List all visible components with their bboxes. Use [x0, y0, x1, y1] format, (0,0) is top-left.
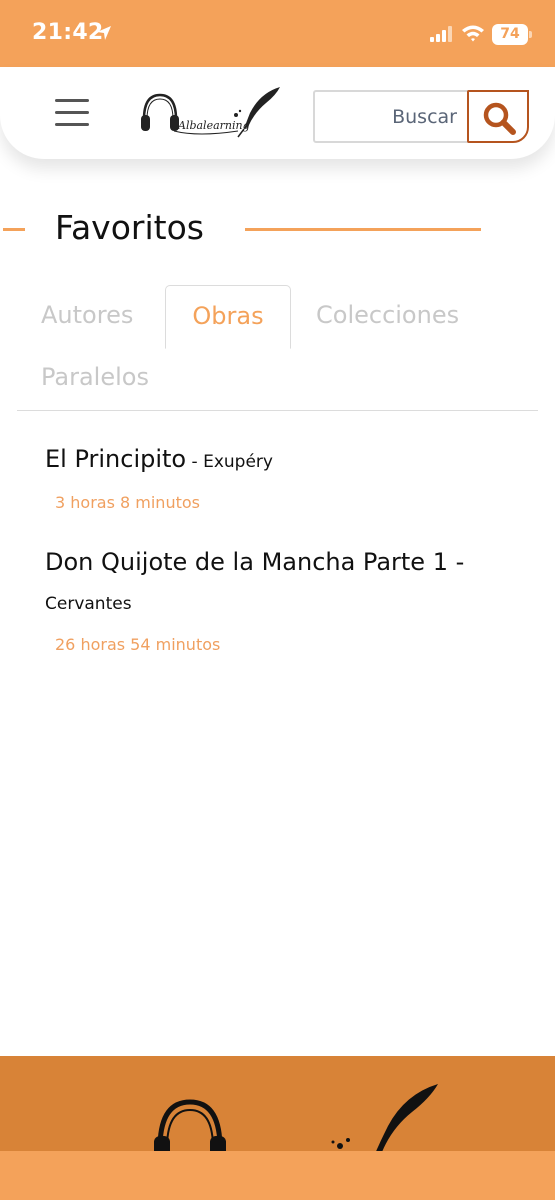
item-author[interactable]: Cervantes — [45, 594, 132, 614]
search-input[interactable] — [319, 96, 461, 137]
item-duration: 26 horas 54 minutos — [55, 635, 221, 654]
hamburger-menu-icon[interactable] — [53, 97, 91, 129]
status-time: 21:42 — [32, 20, 104, 45]
item-separator: - — [447, 548, 465, 576]
item-author[interactable]: Exupéry — [203, 452, 273, 472]
tab-obras[interactable]: Obras — [165, 285, 291, 349]
battery-tip — [529, 31, 532, 38]
item-title[interactable]: Don Quijote de la Mancha Parte 1 — [45, 548, 448, 576]
signal-icon — [430, 26, 454, 46]
title-decoration-right — [245, 228, 481, 231]
feather-quill-icon — [331, 1084, 438, 1156]
search-button[interactable] — [467, 90, 529, 143]
status-bar: 21:42 74 — [0, 0, 555, 67]
list-item[interactable]: El Principito - Exupéry — [45, 445, 273, 473]
item-title[interactable]: El Principito — [45, 445, 186, 473]
headphones-icon — [141, 87, 280, 138]
location-arrow-icon — [95, 24, 113, 46]
app-header: Albalearning — [0, 67, 555, 159]
tab-bar: Autores Obras Colecciones Paralelos — [17, 285, 538, 411]
battery-icon: 74 — [492, 24, 528, 45]
albalearning-logo[interactable]: Albalearning — [138, 85, 286, 145]
search-icon — [483, 102, 516, 135]
tab-paralelos[interactable]: Paralelos — [41, 363, 149, 391]
title-decoration-left — [3, 228, 25, 231]
item-separator: - — [186, 452, 204, 472]
wifi-icon — [461, 24, 485, 46]
page-title: Favoritos — [55, 208, 204, 247]
item-duration: 3 horas 8 minutos — [55, 493, 200, 512]
list-item[interactable]: Don Quijote de la Mancha Parte 1 - — [45, 548, 464, 576]
tab-autores[interactable]: Autores — [41, 301, 133, 329]
item-author-row: Cervantes — [45, 594, 132, 614]
search-box — [313, 90, 529, 143]
tab-colecciones[interactable]: Colecciones — [316, 301, 459, 329]
footer-bottom-bar — [0, 1151, 555, 1200]
logo-text: Albalearning — [178, 119, 250, 132]
